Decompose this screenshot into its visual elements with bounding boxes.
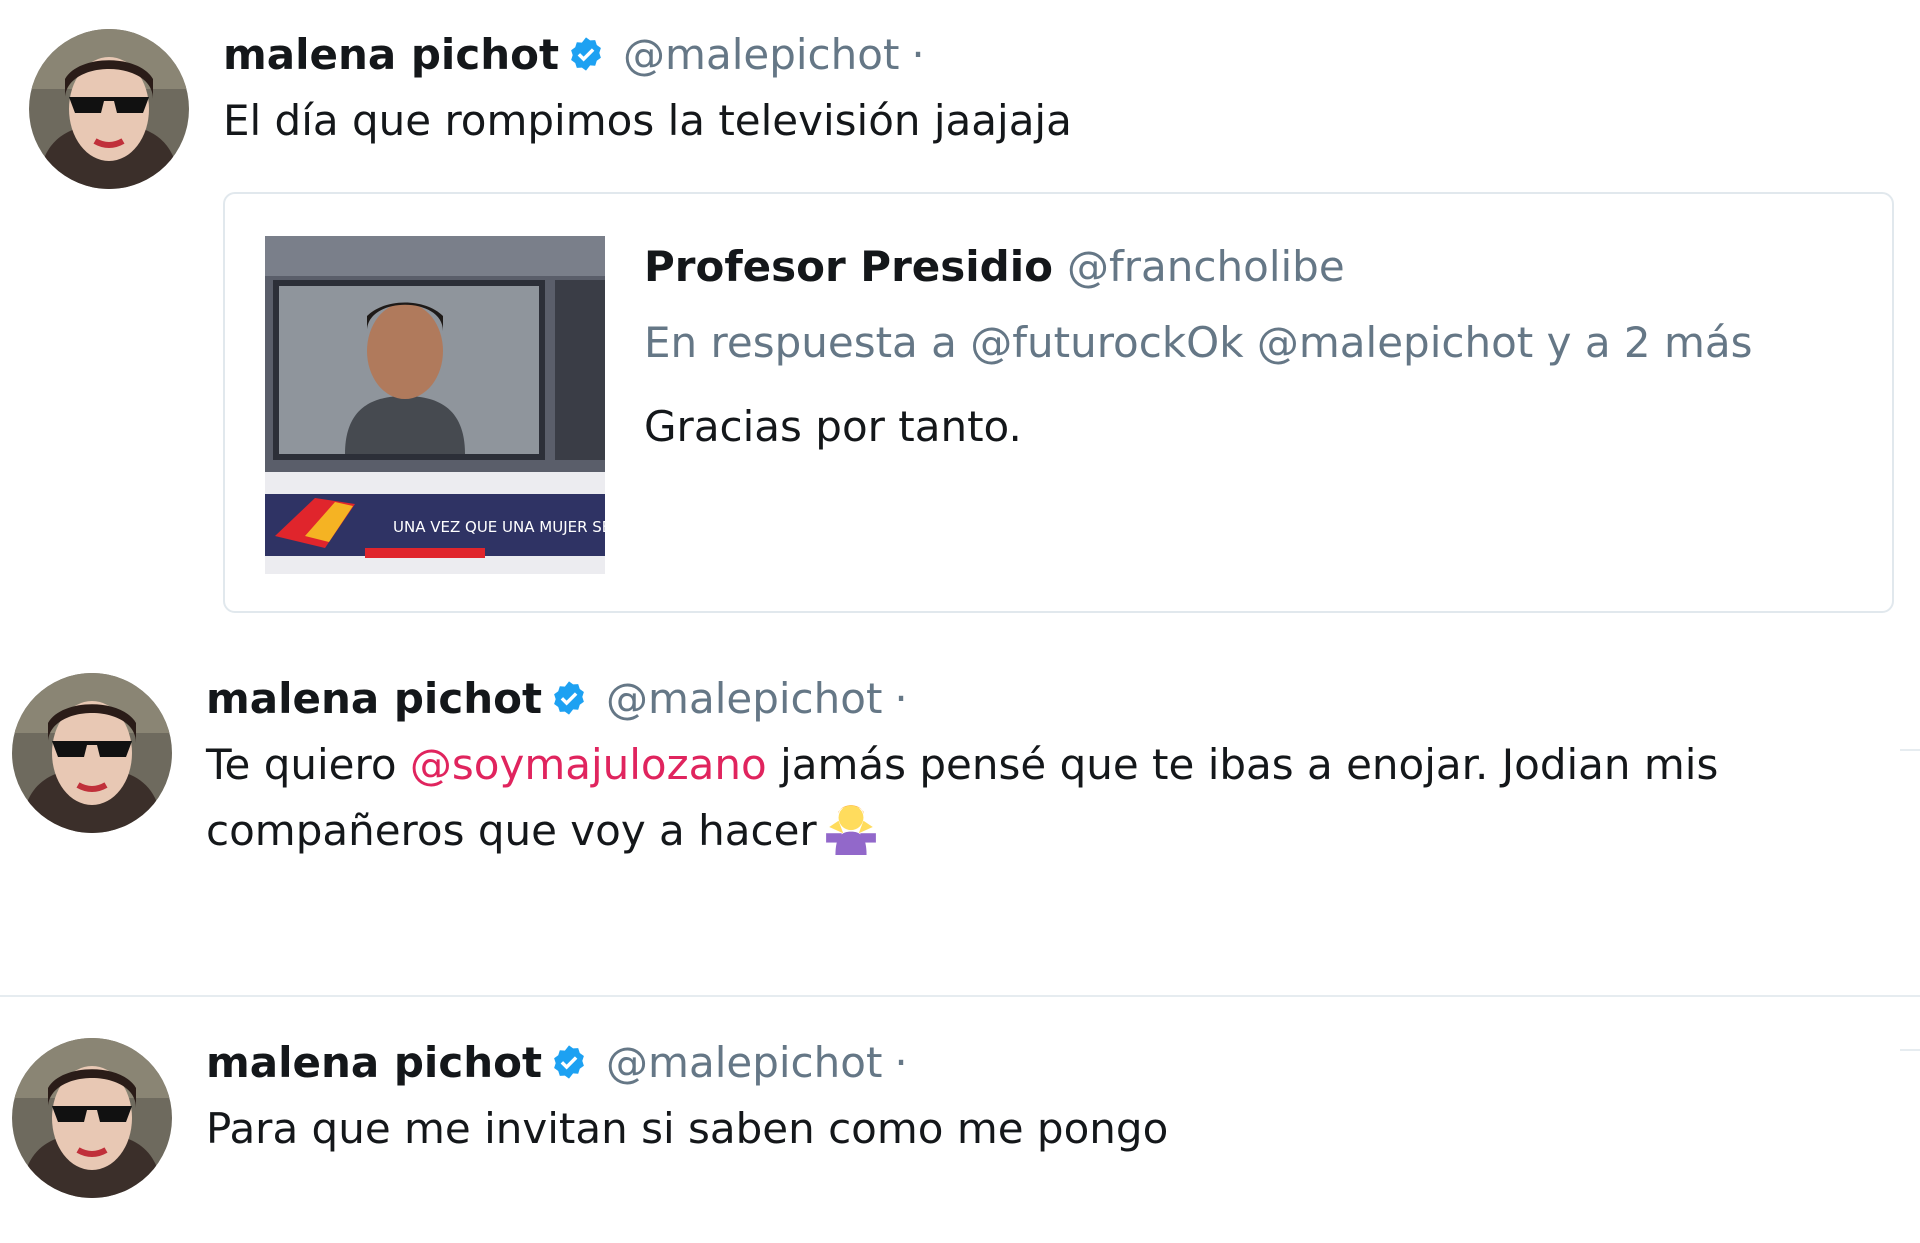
tweet[interactable]: malena pichot @malepichot · Para que me in… xyxy=(0,1000,1920,1243)
tweet-text: Te quiero @soymajulozano jamás pensé que… xyxy=(206,732,1896,874)
profile-photo-icon xyxy=(12,1038,172,1198)
thumbnail-caption: UNA VEZ QUE UNA MUJER SE METE xyxy=(393,518,605,536)
user-handle[interactable]: @malepichot xyxy=(623,30,899,79)
display-name[interactable]: malena pichot xyxy=(223,30,559,79)
quoted-tweet-card[interactable]: UNA VEZ QUE UNA MUJER SE METE Profesor P… xyxy=(223,192,1894,613)
divider xyxy=(0,995,1920,997)
mention-link[interactable]: @soymajulozano xyxy=(410,740,767,789)
verified-badge-icon xyxy=(550,678,588,728)
user-handle[interactable]: @malepichot xyxy=(606,1038,882,1087)
tweet[interactable]: malena pichot @malepichot · Te quiero @soy… xyxy=(0,640,1920,990)
tweet-text-segment: compañeros que voy a hacer xyxy=(206,806,817,855)
tweet-text: Para que me invitan si saben como me pon… xyxy=(206,1104,1169,1153)
tweet-text-segment: jamás pensé que te ibas a enojar. Jodian… xyxy=(766,740,1719,789)
user-handle[interactable]: @malepichot xyxy=(606,674,882,723)
tweet-text-segment: Te quiero xyxy=(206,740,410,789)
profile-photo-icon xyxy=(29,29,189,189)
avatar[interactable] xyxy=(12,1038,172,1198)
verified-badge-icon xyxy=(567,34,605,84)
profile-photo-icon xyxy=(12,673,172,833)
quoted-tweet-text: Gracias por tanto. xyxy=(644,402,1022,451)
separator-dot: · xyxy=(894,1038,908,1087)
avatar[interactable] xyxy=(12,673,172,833)
quoted-tweet-thumbnail[interactable]: UNA VEZ QUE UNA MUJER SE METE xyxy=(265,236,605,574)
display-name[interactable]: malena pichot xyxy=(206,674,542,723)
separator-dot: · xyxy=(911,30,925,79)
tweet-text: El día que rompimos la televisión jaajaj… xyxy=(223,96,1072,145)
tweet[interactable]: malena pichot @malepichot · El día que rom… xyxy=(0,0,1920,620)
person-shrugging-emoji-icon xyxy=(823,799,879,874)
display-name[interactable]: malena pichot xyxy=(206,1038,542,1087)
quoted-user-handle[interactable]: @francholibe xyxy=(1067,242,1345,291)
separator-dot: · xyxy=(894,674,908,723)
video-still-icon: UNA VEZ QUE UNA MUJER SE METE xyxy=(265,236,605,574)
verified-badge-icon xyxy=(550,1042,588,1092)
reply-context: En respuesta a @futurockOk @malepichot y… xyxy=(644,318,1753,367)
avatar[interactable] xyxy=(29,29,189,189)
quoted-display-name[interactable]: Profesor Presidio xyxy=(644,242,1053,291)
